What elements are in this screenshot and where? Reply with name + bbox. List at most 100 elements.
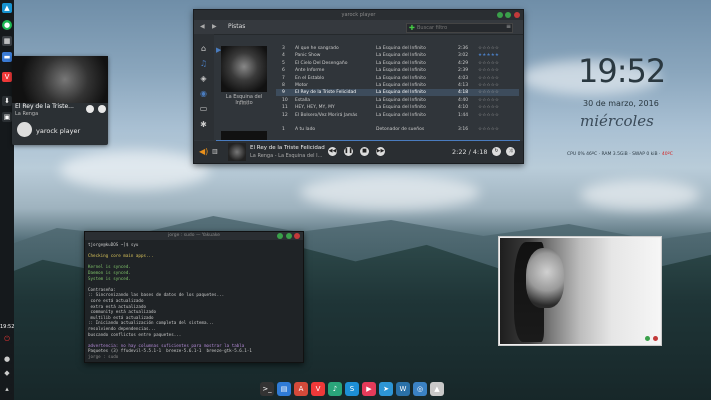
track-number: 8 [282, 83, 285, 88]
table-row[interactable]: 11 HEY, HEY, MY, MY La Esquina del Infinit… [276, 104, 519, 111]
pin-icon[interactable]: ● [2, 354, 12, 364]
terminal-icon[interactable]: >_ [260, 382, 274, 396]
pdf-icon[interactable]: A [294, 382, 308, 396]
track-rating[interactable]: ☆☆☆☆☆ [478, 82, 518, 89]
track-rating[interactable]: ☆☆☆☆☆ [478, 89, 518, 96]
search-placeholder: Buscar filtro [417, 25, 448, 31]
equalizer-icon[interactable]: ▥ [212, 148, 218, 155]
table-row[interactable]: 3 Al que he sangrado La Esquina del Infini… [276, 45, 519, 52]
download-icon[interactable]: ⬇ [2, 96, 12, 106]
menu-icon[interactable]: ≡ [506, 23, 511, 30]
apps-icon[interactable]: ▣ [2, 112, 12, 122]
back-icon[interactable]: ◀ [200, 23, 205, 30]
youtube-icon[interactable]: ▶ [362, 382, 376, 396]
table-row[interactable]: 9 El Rey de la Triste Felicidad La Esquina… [276, 89, 519, 97]
gear-icon[interactable]: ✱ [199, 120, 208, 129]
track-rating[interactable]: ☆☆☆☆☆ [478, 104, 518, 111]
table-row[interactable]: 8 Motor La Esquina del Infinito 4:13 ☆☆☆☆☆ [276, 82, 519, 89]
tux-icon[interactable]: ▲ [430, 382, 444, 396]
shield-icon[interactable]: ◈ [199, 74, 208, 83]
track-rating[interactable]: ★★★★★ [478, 52, 518, 59]
track-album: La Esquina del Infinito [376, 90, 426, 96]
terminal-output[interactable]: tjorge@kuDOS ~]$ syu Checking core main a… [88, 242, 300, 354]
settings-icon[interactable]: ▴ [2, 384, 12, 394]
table-row[interactable]: 6 Ante Informe La Esquina del Infinito 2:39… [276, 67, 519, 74]
track-title: En el Establo [295, 75, 325, 81]
photo-close-button[interactable] [653, 336, 658, 341]
track-title: Panic Show [295, 53, 321, 59]
track-title: El Rey de la Triste Felicidad [295, 90, 357, 96]
files-icon[interactable]: ▤ [277, 382, 291, 396]
folder-icon[interactable]: ▬ [2, 52, 12, 62]
tab-tracks[interactable]: Pistas [228, 23, 245, 30]
minimize-button[interactable] [496, 12, 503, 18]
red-power-icon[interactable]: ⏻ [2, 334, 12, 344]
clock-time: 19:52 [578, 52, 666, 90]
mini-player-widget: El Rey de la Triste... La Renga yarock p… [12, 56, 108, 145]
vivaldi-icon[interactable]: V [2, 72, 12, 82]
track-title: HEY, HEY, MY, MY [295, 105, 335, 111]
track-rating[interactable]: ☆☆☆☆☆ [478, 67, 518, 74]
track-duration: 4:10 [458, 105, 469, 111]
close-button[interactable] [294, 233, 300, 239]
search-input[interactable]: ✚ Buscar filtro [406, 23, 513, 33]
monitor-icon[interactable]: ▭ [199, 104, 208, 113]
telegram-icon[interactable]: ➤ [379, 382, 393, 396]
table-row[interactable]: 7 En el Establo La Esquina del Infinito 4:0… [276, 75, 519, 82]
track-number: 7 [282, 75, 285, 81]
photo-prev-button[interactable] [645, 336, 651, 341]
previous-button[interactable]: ◀◀ [328, 147, 337, 156]
spotify-icon[interactable]: ● [2, 20, 12, 30]
cpu-readout: CPU 0% 46ºC [567, 152, 598, 157]
minimize-button[interactable] [277, 233, 284, 239]
album-art [221, 46, 267, 92]
maximize-button[interactable] [285, 233, 292, 239]
forward-icon[interactable]: ▶ [212, 23, 217, 30]
terminal-prompt: jorge : sudo [88, 354, 119, 359]
skype-icon[interactable]: S [345, 382, 359, 396]
close-button[interactable] [514, 12, 520, 18]
terminal-title[interactable]: jorge : sudo — Yakuake [85, 232, 303, 240]
now-playing-title: El Rey de la Triste Felicidad [250, 145, 325, 151]
table-row[interactable]: 10 Estalla La Esquina del Infinito 4:40 ☆☆☆☆… [276, 97, 519, 104]
track-rating[interactable]: ☆☆☆☆☆ [478, 60, 518, 67]
arch-logo-icon[interactable]: ▲ [2, 3, 12, 13]
stop-button[interactable]: ■ [360, 147, 369, 156]
next-button[interactable] [98, 105, 106, 113]
volume-icon[interactable]: ◀) [199, 147, 208, 156]
maximize-button[interactable] [505, 12, 512, 18]
pause-button[interactable]: ❚❚ [344, 147, 353, 156]
drop-icon[interactable]: ◆ [2, 368, 12, 378]
web-icon[interactable]: ◎ [413, 382, 427, 396]
grid-icon[interactable]: ▦ [2, 36, 12, 46]
track-album: La Esquina del Infinito [376, 97, 426, 103]
track-rating[interactable]: ☆☆☆☆☆ [478, 45, 518, 52]
track-title: El Cielo Del Desengaño [295, 60, 348, 66]
wordpress-icon[interactable]: W [396, 382, 410, 396]
vivaldi-icon[interactable]: V [311, 382, 325, 396]
clock-date: 30 de marzo, 2016 [583, 99, 659, 108]
music-icon[interactable]: ♪ [328, 382, 342, 396]
plus-icon: ✚ [409, 24, 415, 32]
track-rating[interactable]: ☆☆☆☆☆ [478, 97, 518, 104]
shuffle-button[interactable]: ⤨ [506, 147, 515, 156]
track-duration: 4:13 [458, 83, 469, 88]
window-titlebar[interactable]: yarock player [194, 10, 523, 20]
track-duration: 3:02 [458, 53, 469, 59]
next-button[interactable]: ▶▶ [376, 147, 385, 156]
track-album: La Esquina del Infinito [376, 75, 426, 81]
track-rating[interactable]: ☆☆☆☆☆ [478, 75, 518, 82]
album-year: 2000 [238, 101, 250, 106]
track-number: 9 [282, 90, 285, 96]
globe-icon[interactable]: ◉ [199, 89, 208, 98]
table-row[interactable]: 1 A tu lado Detonador de sueños 3:16 ☆☆☆☆☆ [276, 126, 519, 133]
table-row[interactable]: 4 Panic Show La Esquina del Infinito 3:02 ★★… [276, 52, 519, 59]
track-rating[interactable]: ☆☆☆☆☆ [478, 126, 518, 133]
track-rating[interactable]: ☆☆☆☆☆ [478, 112, 518, 119]
home-icon[interactable]: ⌂ [199, 44, 208, 53]
play-button[interactable] [86, 105, 94, 113]
table-row[interactable]: 5 El Cielo Del Desengaño La Esquina del In… [276, 60, 519, 67]
repeat-button[interactable]: ↻ [492, 147, 501, 156]
music-icon[interactable]: ♫ [199, 59, 208, 68]
table-row[interactable]: 12 El Bolsero/Vez Morirá Jamás La Esquina … [276, 112, 519, 119]
